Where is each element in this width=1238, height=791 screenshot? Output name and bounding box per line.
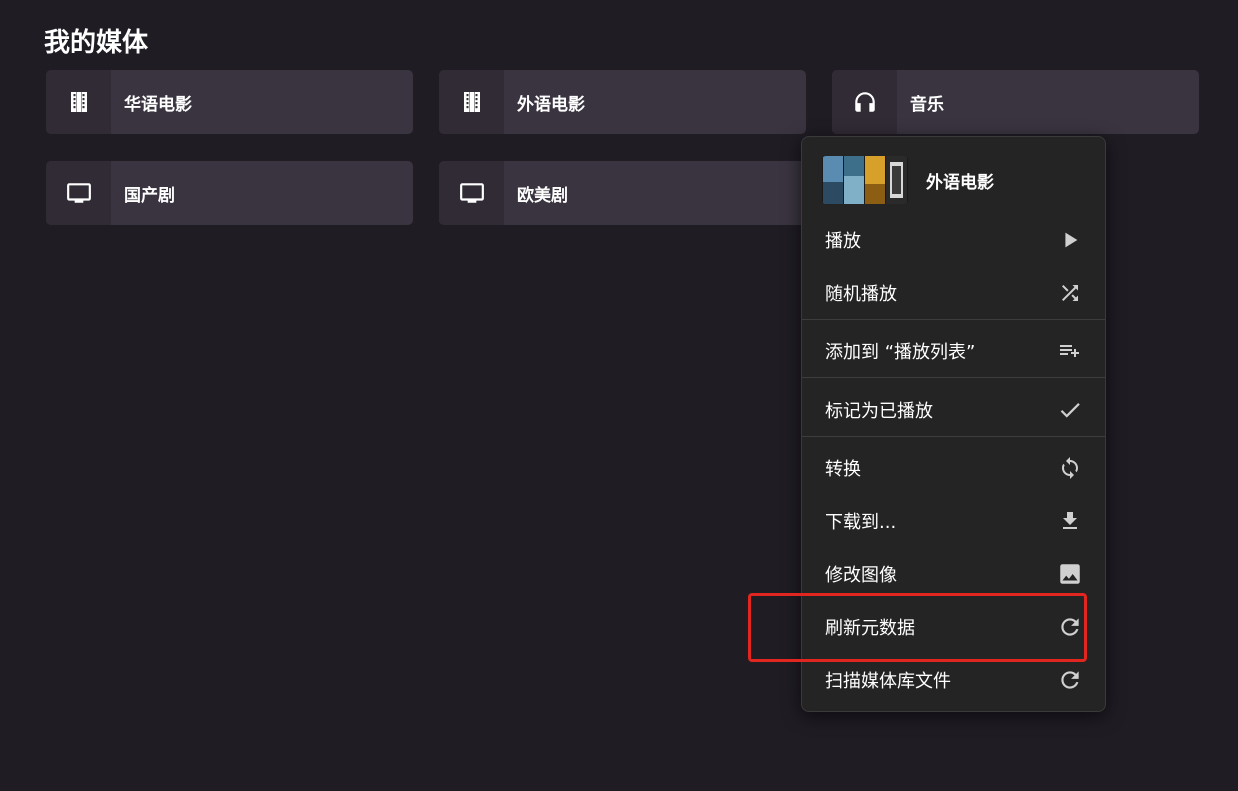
headphones-icon xyxy=(832,70,897,134)
tv-icon xyxy=(46,161,111,225)
library-label: 国产剧 xyxy=(124,185,175,206)
library-card-chinese-movies[interactable]: 华语电影 xyxy=(46,70,413,134)
media-page: 我的媒体 华语电影 外语电影 音乐 国产剧 欧美剧 外语电影 播放 随机播放 添… xyxy=(0,0,1238,791)
menu-item-refresh-metadata[interactable]: 刷新元数据 xyxy=(802,600,1105,653)
context-menu-header: 外语电影 xyxy=(822,155,994,205)
menu-item-label: 扫描媒体库文件 xyxy=(825,670,951,692)
library-label: 华语电影 xyxy=(124,94,192,115)
menu-divider xyxy=(802,436,1105,437)
menu-item-convert[interactable]: 转换 xyxy=(802,441,1105,494)
tv-icon xyxy=(439,161,504,225)
sync-icon xyxy=(1057,455,1083,481)
check-icon xyxy=(1057,397,1083,423)
film-icon xyxy=(46,70,111,134)
library-card-western-series[interactable]: 欧美剧 xyxy=(439,161,806,225)
context-menu-title: 外语电影 xyxy=(926,172,994,193)
download-icon xyxy=(1057,508,1083,534)
menu-item-label: 标记为已播放 xyxy=(825,400,933,422)
library-card-domestic-series[interactable]: 国产剧 xyxy=(46,161,413,225)
menu-item-mark-played[interactable]: 标记为已播放 xyxy=(802,383,1105,436)
library-card-music[interactable]: 音乐 xyxy=(832,70,1199,134)
image-icon xyxy=(1057,561,1083,587)
menu-item-label: 播放 xyxy=(825,230,861,252)
menu-divider xyxy=(802,319,1105,320)
menu-item-scan-library-files[interactable]: 扫描媒体库文件 xyxy=(802,653,1105,706)
refresh-icon xyxy=(1057,614,1083,640)
library-card-foreign-movies[interactable]: 外语电影 xyxy=(439,70,806,134)
context-menu: 外语电影 播放 随机播放 添加到 “播放列表” 标记为已播放 转换 下载到...… xyxy=(801,136,1106,712)
menu-item-label: 下载到... xyxy=(825,511,897,533)
menu-item-add-to-playlist[interactable]: 添加到 “播放列表” xyxy=(802,324,1105,377)
refresh-icon xyxy=(1057,667,1083,693)
menu-item-label: 刷新元数据 xyxy=(825,617,915,639)
film-icon xyxy=(439,70,504,134)
section-title: 我的媒体 xyxy=(44,28,149,58)
library-label: 外语电影 xyxy=(517,94,585,115)
menu-item-play[interactable]: 播放 xyxy=(802,213,1105,266)
menu-item-edit-images[interactable]: 修改图像 xyxy=(802,547,1105,600)
menu-divider xyxy=(802,377,1105,378)
menu-item-label: 添加到 “播放列表” xyxy=(825,341,976,363)
playlist-add-icon xyxy=(1057,338,1083,364)
play-icon xyxy=(1057,227,1083,253)
menu-item-label: 修改图像 xyxy=(825,564,897,586)
library-thumbnail xyxy=(822,156,908,204)
menu-item-label: 随机播放 xyxy=(825,283,897,305)
library-label: 音乐 xyxy=(910,94,944,115)
menu-item-label: 转换 xyxy=(825,458,861,480)
shuffle-icon xyxy=(1057,280,1083,306)
menu-item-download[interactable]: 下载到... xyxy=(802,494,1105,547)
library-label: 欧美剧 xyxy=(517,185,568,206)
menu-item-shuffle[interactable]: 随机播放 xyxy=(802,266,1105,319)
